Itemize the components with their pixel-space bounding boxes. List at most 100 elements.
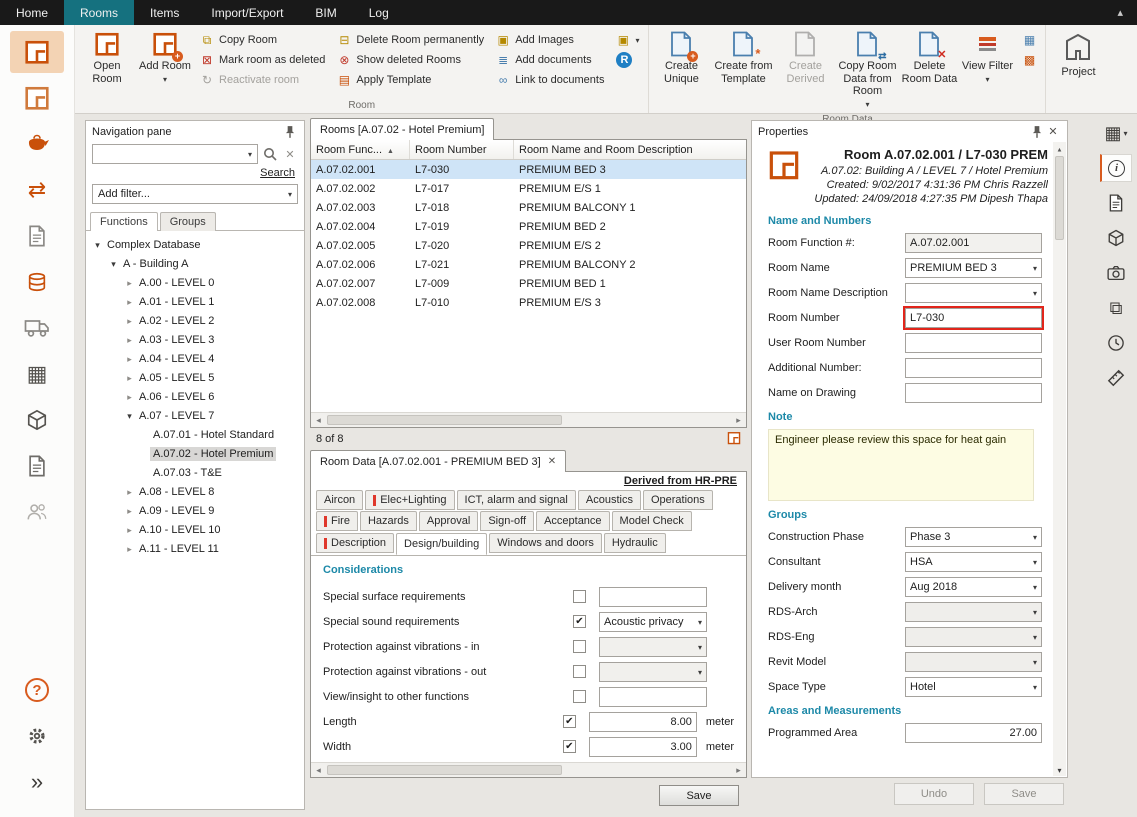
measurements-button[interactable] bbox=[1100, 364, 1132, 392]
table-row[interactable]: A.07.02.002L7-017PREMIUM E/S 1 bbox=[311, 179, 746, 198]
tree-item[interactable]: A.11 - LEVEL 11 bbox=[86, 539, 304, 558]
horizontal-scrollbar[interactable] bbox=[311, 412, 746, 427]
user-room-number-input[interactable] bbox=[905, 333, 1042, 353]
reactivate-room-button[interactable]: Reactivate room bbox=[196, 71, 329, 89]
search-icon[interactable] bbox=[262, 146, 278, 162]
tree-item[interactable]: Complex Database bbox=[86, 235, 304, 254]
scroll-right-icon[interactable] bbox=[731, 764, 746, 776]
tab-acceptance[interactable]: Acceptance bbox=[536, 511, 609, 531]
rds-arch-select[interactable] bbox=[905, 602, 1042, 622]
undo-button[interactable]: Undo bbox=[894, 783, 974, 805]
view-filter-dropdown-icon[interactable] bbox=[985, 73, 989, 86]
table-row[interactable]: A.07.02.003L7-018PREMIUM BALCONY 1 bbox=[311, 198, 746, 217]
mark-room-deleted-button[interactable]: Mark room as deleted bbox=[196, 51, 329, 69]
derived-from-link[interactable]: Derived from HR-PRE bbox=[624, 475, 737, 487]
close-icon[interactable] bbox=[1045, 124, 1061, 140]
scroll-up-icon[interactable] bbox=[1056, 143, 1062, 154]
pin-icon[interactable] bbox=[1029, 124, 1045, 140]
additional-number-input[interactable] bbox=[905, 358, 1042, 378]
tree-item[interactable]: A.07.03 - T&E bbox=[86, 463, 304, 482]
delete-room-permanently-button[interactable]: Delete Room permanently bbox=[333, 31, 488, 49]
tab-sign-off[interactable]: Sign-off bbox=[480, 511, 534, 531]
programmed-area-input[interactable] bbox=[905, 723, 1042, 743]
menu-tab-home[interactable]: Home bbox=[0, 0, 64, 25]
rooms-document-tab[interactable]: Rooms [A.07.02 - Hotel Premium] bbox=[310, 118, 494, 140]
sidebar-item-zones[interactable] bbox=[10, 77, 64, 119]
length-input[interactable] bbox=[589, 712, 697, 732]
search-link[interactable]: Search bbox=[260, 167, 295, 179]
tree-item[interactable]: A.04 - LEVEL 4 bbox=[86, 349, 304, 368]
open-room-button[interactable]: Open Room bbox=[78, 27, 136, 93]
images-button[interactable] bbox=[1100, 259, 1132, 287]
copies-button[interactable] bbox=[1100, 294, 1132, 322]
width-input[interactable] bbox=[589, 737, 697, 757]
pin-icon[interactable] bbox=[282, 124, 298, 140]
vibrations-in-checkbox[interactable] bbox=[573, 640, 586, 653]
tab-groups[interactable]: Groups bbox=[160, 212, 216, 231]
space-type-select[interactable]: Hotel bbox=[905, 677, 1042, 697]
tab-aircon[interactable]: Aircon bbox=[316, 490, 363, 510]
horizontal-scrollbar[interactable] bbox=[311, 762, 746, 777]
room-data-save-button[interactable]: Save bbox=[659, 785, 739, 806]
ribbon-collapse-icon[interactable] bbox=[1103, 0, 1137, 25]
tree-item[interactable]: A.07 - LEVEL 7 bbox=[86, 406, 304, 425]
tree-item-selected[interactable]: A.07.02 - Hotel Premium bbox=[86, 444, 304, 463]
tab-hazards[interactable]: Hazards bbox=[360, 511, 417, 531]
sidebar-item-finance[interactable] bbox=[10, 261, 64, 303]
view-filter-button[interactable]: View Filter bbox=[958, 27, 1016, 93]
scrollbar-thumb[interactable] bbox=[1055, 156, 1064, 240]
apply-template-button[interactable]: Apply Template bbox=[333, 71, 488, 89]
sidebar-item-item-transfer[interactable] bbox=[10, 169, 64, 211]
tree-item[interactable]: A.10 - LEVEL 10 bbox=[86, 520, 304, 539]
add-images-button[interactable]: Add Images bbox=[492, 31, 608, 49]
table-row[interactable]: A.07.02.005L7-020PREMIUM E/S 2 bbox=[311, 236, 746, 255]
sidebar-item-items[interactable] bbox=[10, 123, 64, 165]
create-from-template-button[interactable]: Create from Template bbox=[710, 27, 776, 93]
tab-operations[interactable]: Operations bbox=[643, 490, 713, 510]
search-dropdown-icon[interactable] bbox=[248, 148, 252, 160]
column-header-room-function[interactable]: Room Func... bbox=[311, 140, 410, 159]
model-view-button[interactable] bbox=[1100, 224, 1132, 252]
tab-ict-alarm-signal[interactable]: ICT, alarm and signal bbox=[457, 490, 576, 510]
tree-item[interactable]: A.01 - LEVEL 1 bbox=[86, 292, 304, 311]
room-function-input[interactable] bbox=[905, 233, 1042, 253]
special-surface-input[interactable] bbox=[599, 587, 707, 607]
tree-item[interactable]: A.07.01 - Hotel Standard bbox=[86, 425, 304, 444]
tab-approval[interactable]: Approval bbox=[419, 511, 478, 531]
data-sheet-button[interactable] bbox=[1100, 189, 1132, 217]
vibrations-in-select[interactable] bbox=[599, 637, 707, 657]
special-sound-select[interactable]: Acoustic privacy bbox=[599, 612, 707, 632]
search-input[interactable] bbox=[92, 144, 258, 164]
sidebar-item-contacts[interactable] bbox=[10, 491, 64, 533]
copy-room-data-button[interactable]: Copy Room Data from Room bbox=[834, 27, 900, 114]
copy-room-data-dropdown-icon[interactable] bbox=[865, 98, 869, 111]
tree-item[interactable]: A.00 - LEVEL 0 bbox=[86, 273, 304, 292]
tree-item[interactable]: A - Building A bbox=[86, 254, 304, 273]
view-insight-input[interactable] bbox=[599, 687, 707, 707]
room-name-description-select[interactable] bbox=[905, 283, 1042, 303]
view-insight-checkbox[interactable] bbox=[573, 690, 586, 703]
tree-item[interactable]: A.09 - LEVEL 9 bbox=[86, 501, 304, 520]
tree-item[interactable]: A.08 - LEVEL 8 bbox=[86, 482, 304, 501]
menu-tab-rooms[interactable]: Rooms bbox=[64, 0, 134, 25]
tree-item[interactable]: A.02 - LEVEL 2 bbox=[86, 311, 304, 330]
column-header-room-name[interactable]: Room Name and Room Description bbox=[514, 140, 746, 159]
scrollbar-thumb[interactable] bbox=[327, 415, 562, 425]
table-row[interactable]: A.07.02.004L7-019PREMIUM BED 2 bbox=[311, 217, 746, 236]
length-checkbox[interactable]: ✔ bbox=[563, 715, 576, 728]
vertical-scrollbar[interactable] bbox=[1053, 142, 1066, 776]
sidebar-item-documents[interactable] bbox=[10, 215, 64, 257]
tab-design-building[interactable]: Design/building bbox=[396, 533, 487, 555]
sidebar-item-building[interactable] bbox=[10, 353, 64, 395]
floorplan-icon[interactable] bbox=[727, 431, 741, 448]
properties-save-button[interactable]: Save bbox=[984, 783, 1064, 805]
tab-fire[interactable]: Fire bbox=[316, 511, 358, 531]
info-button[interactable] bbox=[1100, 154, 1132, 182]
room-data-document-tab[interactable]: Room Data [A.07.02.001 - PREMIUM BED 3] bbox=[310, 450, 566, 472]
tab-functions[interactable]: Functions bbox=[90, 212, 158, 231]
vibrations-out-checkbox[interactable] bbox=[573, 665, 586, 678]
construction-phase-select[interactable]: Phase 3 bbox=[905, 527, 1042, 547]
add-filter-dropdown[interactable]: Add filter... bbox=[92, 184, 298, 204]
copy-room-button[interactable]: Copy Room bbox=[196, 31, 329, 49]
tab-windows-doors[interactable]: Windows and doors bbox=[489, 533, 602, 553]
